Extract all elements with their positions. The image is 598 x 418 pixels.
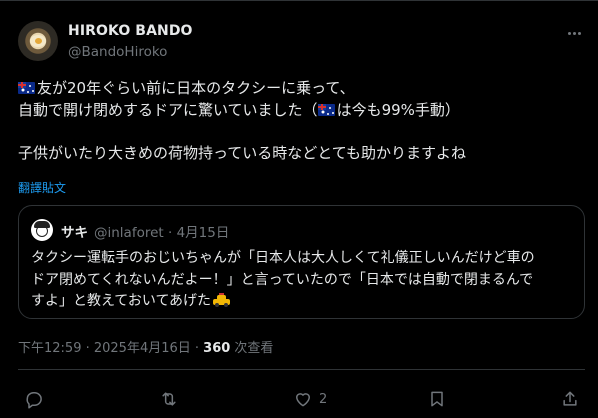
bookmark-button[interactable] (427, 385, 453, 413)
retweet-button[interactable] (159, 385, 185, 413)
action-bar: 2 (0, 385, 598, 413)
author-handle[interactable]: @BandoHiroko (68, 44, 167, 60)
taxi-emoji-icon (213, 293, 231, 307)
quote-author-handle-date: @inlaforet · 4月15日 (94, 225, 230, 241)
reply-icon (26, 392, 42, 409)
timestamp[interactable]: 下午12:59 · 2025年4月16日 · (18, 341, 203, 356)
tweet-line-3: 子供がいたり大きめの荷物持っている時などとても助かりますよね (18, 143, 467, 162)
tweet-text: 友が20年ぐらい前に日本のタクシーに乗って、 自動で開け閉めするドアに驚いていま… (18, 78, 588, 164)
more-icon[interactable] (562, 23, 586, 43)
tweet-detail: HIROKO BANDO @BandoHiroko 友が20年ぐらい前に日本のタ… (0, 0, 598, 418)
like-button[interactable]: 2 (293, 385, 327, 413)
quote-author-avatar (31, 219, 53, 241)
flag-australia-icon (18, 82, 35, 94)
tweet-meta: 下午12:59 · 2025年4月16日 · 360 次查看 (18, 337, 273, 356)
quote-author-name: サキ (61, 225, 88, 241)
share-button[interactable] (560, 385, 580, 413)
translate-post-link[interactable]: 翻譯貼文 (18, 179, 66, 196)
tweet-line-1: 友が20年ぐらい前に日本のタクシーに乗って、 (18, 78, 588, 100)
share-icon (563, 391, 577, 406)
retweet-icon (162, 392, 176, 406)
author-avatar[interactable] (18, 21, 58, 61)
quoted-tweet[interactable]: サキ @inlaforet · 4月15日 タクシー運転手のおじいちゃんが「日本… (18, 205, 585, 319)
author-display-name[interactable]: HIROKO BANDO (68, 23, 193, 39)
views-label: 次查看 (230, 341, 274, 356)
tweet-line-2: 自動で開け閉めするドアに驚いていました（ は今も99%手動） (18, 100, 460, 119)
divider (18, 369, 585, 370)
bookmark-icon (431, 391, 443, 407)
flag-australia-icon (317, 103, 335, 116)
like-icon (296, 393, 310, 407)
reply-button[interactable] (24, 385, 50, 413)
views-count: 360 (203, 341, 231, 356)
quote-text: タクシー運転手のおじいちゃんが「日本人は大人しくて礼儀正しいんだけど車の ドア閉… (31, 250, 535, 309)
